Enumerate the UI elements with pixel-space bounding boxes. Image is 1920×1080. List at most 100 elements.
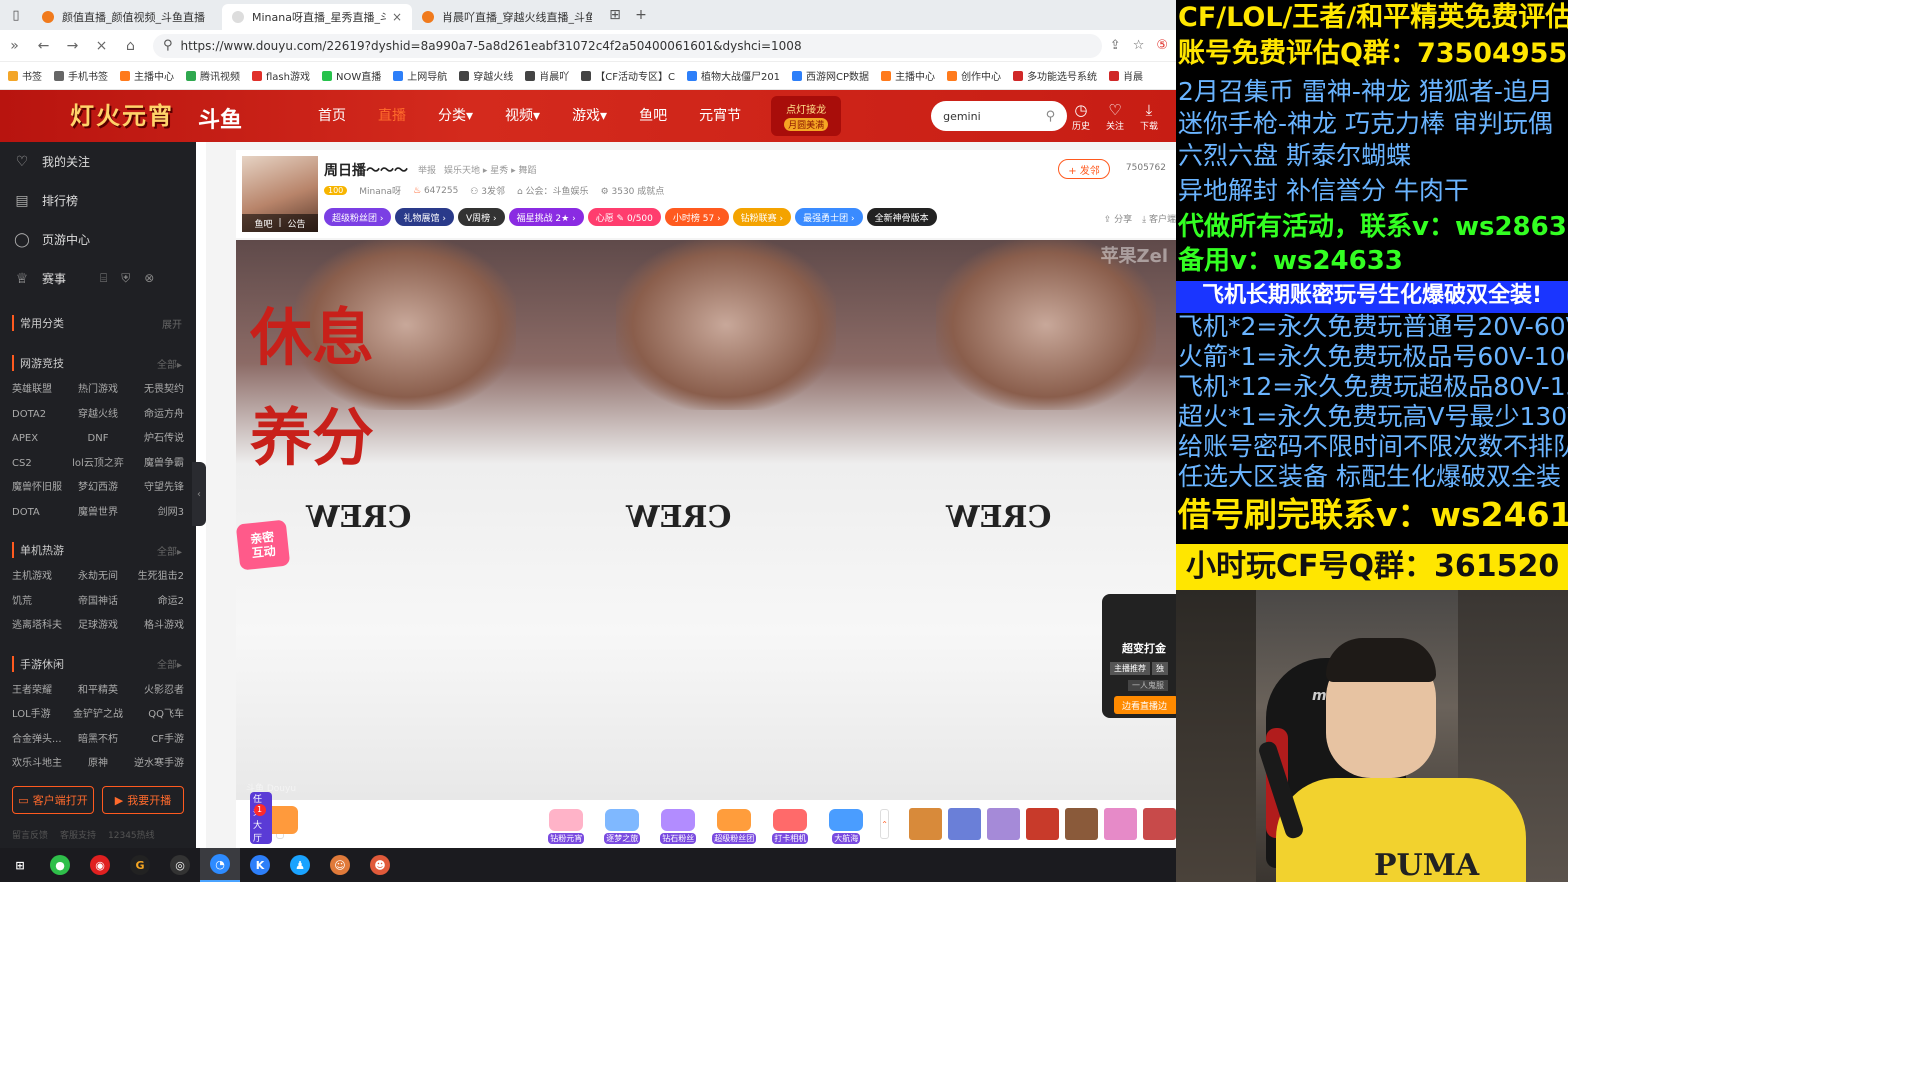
star-icon[interactable]: ☆ <box>1133 38 1145 53</box>
bookmark-item[interactable]: 创作中心 <box>947 68 1001 83</box>
sidebar-item-trophy[interactable]: ♕ 赛事 ⌸ ⛨ ⊗ <box>0 259 196 298</box>
forward-icon[interactable]: → <box>58 30 87 62</box>
search-icon[interactable]: ⚲ <box>1046 109 1056 124</box>
section-more-link[interactable]: 全部▸ <box>157 656 182 671</box>
dota-icon[interactable]: ⊗ <box>144 271 154 286</box>
section-more-link[interactable]: 全部▸ <box>157 356 182 371</box>
bookmark-item[interactable]: 书签 <box>8 68 42 83</box>
room-pill[interactable]: V周榜 › <box>457 208 505 226</box>
bookmark-item[interactable]: 【CF活动专区】C <box>581 68 675 83</box>
bookmark-item[interactable]: 肖晨 <box>1109 68 1143 83</box>
gift-item[interactable]: 打卡相机 <box>764 804 816 844</box>
category-link[interactable]: DOTA <box>12 501 69 526</box>
category-link[interactable]: DOTA2 <box>12 403 69 428</box>
category-link[interactable]: 命运方舟 <box>127 403 184 428</box>
sidebar-item-gamepad[interactable]: ◯ 页游中心 <box>0 220 196 259</box>
bookmark-item[interactable]: 主播中心 <box>120 68 174 83</box>
category-link[interactable]: APEX <box>12 427 69 452</box>
stop-icon[interactable]: × <box>87 30 116 62</box>
nav-item[interactable]: 视频▾ <box>489 90 556 142</box>
browser-tab-3[interactable]: 肖晨吖直播_穿越火线直播_斗鱼直 <box>412 4 602 30</box>
bookmark-item[interactable]: 肖晨吖 <box>525 68 569 83</box>
section-more-link[interactable]: 展开 <box>162 316 182 331</box>
header-follow-button[interactable]: ♡ 关注 <box>1106 101 1124 132</box>
gift-item[interactable]: 钻石粉丝 <box>652 804 704 844</box>
category-link[interactable]: 炉石传说 <box>127 427 184 452</box>
category-link[interactable]: 剑网3 <box>127 501 184 526</box>
lantern-event-badge[interactable]: 点灯接龙 月圆美满 <box>771 96 842 136</box>
task-hall-button[interactable]: 任务大厅 1 <box>250 792 298 844</box>
room-pill[interactable]: 心愿 ✎ 0/500 <box>587 208 661 226</box>
category-link[interactable]: CS2 <box>12 452 69 477</box>
category-link[interactable]: 永劫无间 <box>69 565 126 590</box>
category-link[interactable]: 主机游戏 <box>12 565 69 590</box>
room-pill[interactable]: 福星挑战 2★ › <box>508 208 584 226</box>
search-input[interactable] <box>943 109 1046 123</box>
extension-icon[interactable]: ⑤ <box>1156 38 1168 53</box>
obs-icon[interactable]: ◎ <box>160 848 200 882</box>
room-pill[interactable]: 礼物展馆 › <box>395 208 454 226</box>
room-pill[interactable]: 钻粉联赛 › <box>732 208 792 226</box>
k-app-icon[interactable]: K <box>240 848 280 882</box>
game-app-icon[interactable]: G <box>120 848 160 882</box>
nav-item[interactable]: 直播 <box>362 90 422 142</box>
category-link[interactable]: 魔兽世界 <box>69 501 126 526</box>
game-promo-card[interactable]: 超变打金 主播推荐 独 一人鬼服 边看直播边 <box>1102 594 1182 718</box>
nav-item[interactable]: 首页 <box>302 90 362 142</box>
room-pill[interactable]: 小时榜 57 › <box>664 208 729 226</box>
share-icon[interactable]: ⇪ <box>1110 38 1121 53</box>
nav-item[interactable]: 鱼吧 <box>623 90 683 142</box>
gift-item[interactable]: 钻粉元宵 <box>540 804 592 844</box>
browser-icon[interactable]: ◔ <box>200 848 240 882</box>
lpl-icon[interactable]: ⌸ <box>100 271 107 286</box>
open-client-button[interactable]: ▭ 客户端打开 <box>12 786 94 814</box>
section-more-link[interactable]: 全部▸ <box>157 543 182 558</box>
netease-music-icon[interactable]: ◉ <box>80 848 120 882</box>
category-link[interactable]: 守望先锋 <box>127 476 184 501</box>
footer-link[interactable]: 12345热线 <box>108 828 155 841</box>
category-link[interactable]: 金铲铲之战 <box>69 703 126 728</box>
category-link[interactable]: 和平精英 <box>69 679 126 704</box>
intimacy-interact-badge[interactable]: 亲密 互动 <box>236 519 291 571</box>
bookmark-item[interactable]: 西游网CP数据 <box>792 68 869 83</box>
bookmark-item[interactable]: flash游戏 <box>252 68 310 83</box>
start-live-button[interactable]: ▶ 我要开播 <box>102 786 184 814</box>
footer-link[interactable]: 留言反馈 <box>12 828 48 841</box>
gift-thumbnail[interactable] <box>1104 808 1137 840</box>
client-button[interactable]: ⤓ 客户端 <box>1142 212 1176 225</box>
category-link[interactable]: 格斗游戏 <box>127 614 184 639</box>
new-tab-button[interactable]: + <box>628 0 654 30</box>
sidebar-item-heart[interactable]: ♡ 我的关注 <box>0 142 196 181</box>
bookmark-item[interactable]: 多功能选号系统 <box>1013 68 1097 83</box>
qq-icon[interactable]: ♟ <box>280 848 320 882</box>
guild-value[interactable]: 公会：斗鱼娱乐 <box>526 187 589 197</box>
wechat-icon[interactable]: ● <box>40 848 80 882</box>
anchor-name[interactable]: Minana呀 <box>359 184 401 197</box>
category-link[interactable]: 热门游戏 <box>69 378 126 403</box>
category-link[interactable]: 原神 <box>69 752 126 777</box>
category-link[interactable]: 逃离塔科夫 <box>12 614 69 639</box>
category-link[interactable]: LOL手游 <box>12 703 69 728</box>
game-char-icon[interactable]: ☺ <box>320 848 360 882</box>
expand-up-icon[interactable]: ⌃ <box>880 809 889 839</box>
category-link[interactable]: 足球游戏 <box>69 614 126 639</box>
room-pill[interactable]: 最强勇士团 › <box>795 208 863 226</box>
lol-icon[interactable]: ⛨ <box>121 271 130 286</box>
gift-thumbnail[interactable] <box>909 808 942 840</box>
gift-item[interactable]: 超级粉丝团 <box>708 804 760 844</box>
bookmark-item[interactable]: 手机书签 <box>54 68 108 83</box>
tab-grid-icon[interactable]: ⊞ <box>602 0 628 30</box>
nav-item[interactable]: 游戏▾ <box>556 90 623 142</box>
category-link[interactable]: 火影忍者 <box>127 679 184 704</box>
category-link[interactable]: 生死狙击2 <box>127 565 184 590</box>
fishbar-link[interactable]: 鱼吧 <box>254 217 272 230</box>
category-link[interactable]: 合金弹头... <box>12 728 69 753</box>
nav-item[interactable]: 元宵节 <box>683 90 757 142</box>
category-breadcrumb[interactable]: 娱乐天地 ▸ 星秀 ▸ 舞蹈 <box>444 163 536 176</box>
expand-icon[interactable]: » <box>0 30 29 62</box>
gift-thumbnail[interactable] <box>1026 808 1059 840</box>
browser-tab-2[interactable]: Minana呀直播_星秀直播_斗鱼 × <box>222 4 412 30</box>
home-icon[interactable]: ⌂ <box>116 30 145 62</box>
gift-thumbnail[interactable] <box>1065 808 1098 840</box>
footer-link[interactable]: 客服支持 <box>60 828 96 841</box>
